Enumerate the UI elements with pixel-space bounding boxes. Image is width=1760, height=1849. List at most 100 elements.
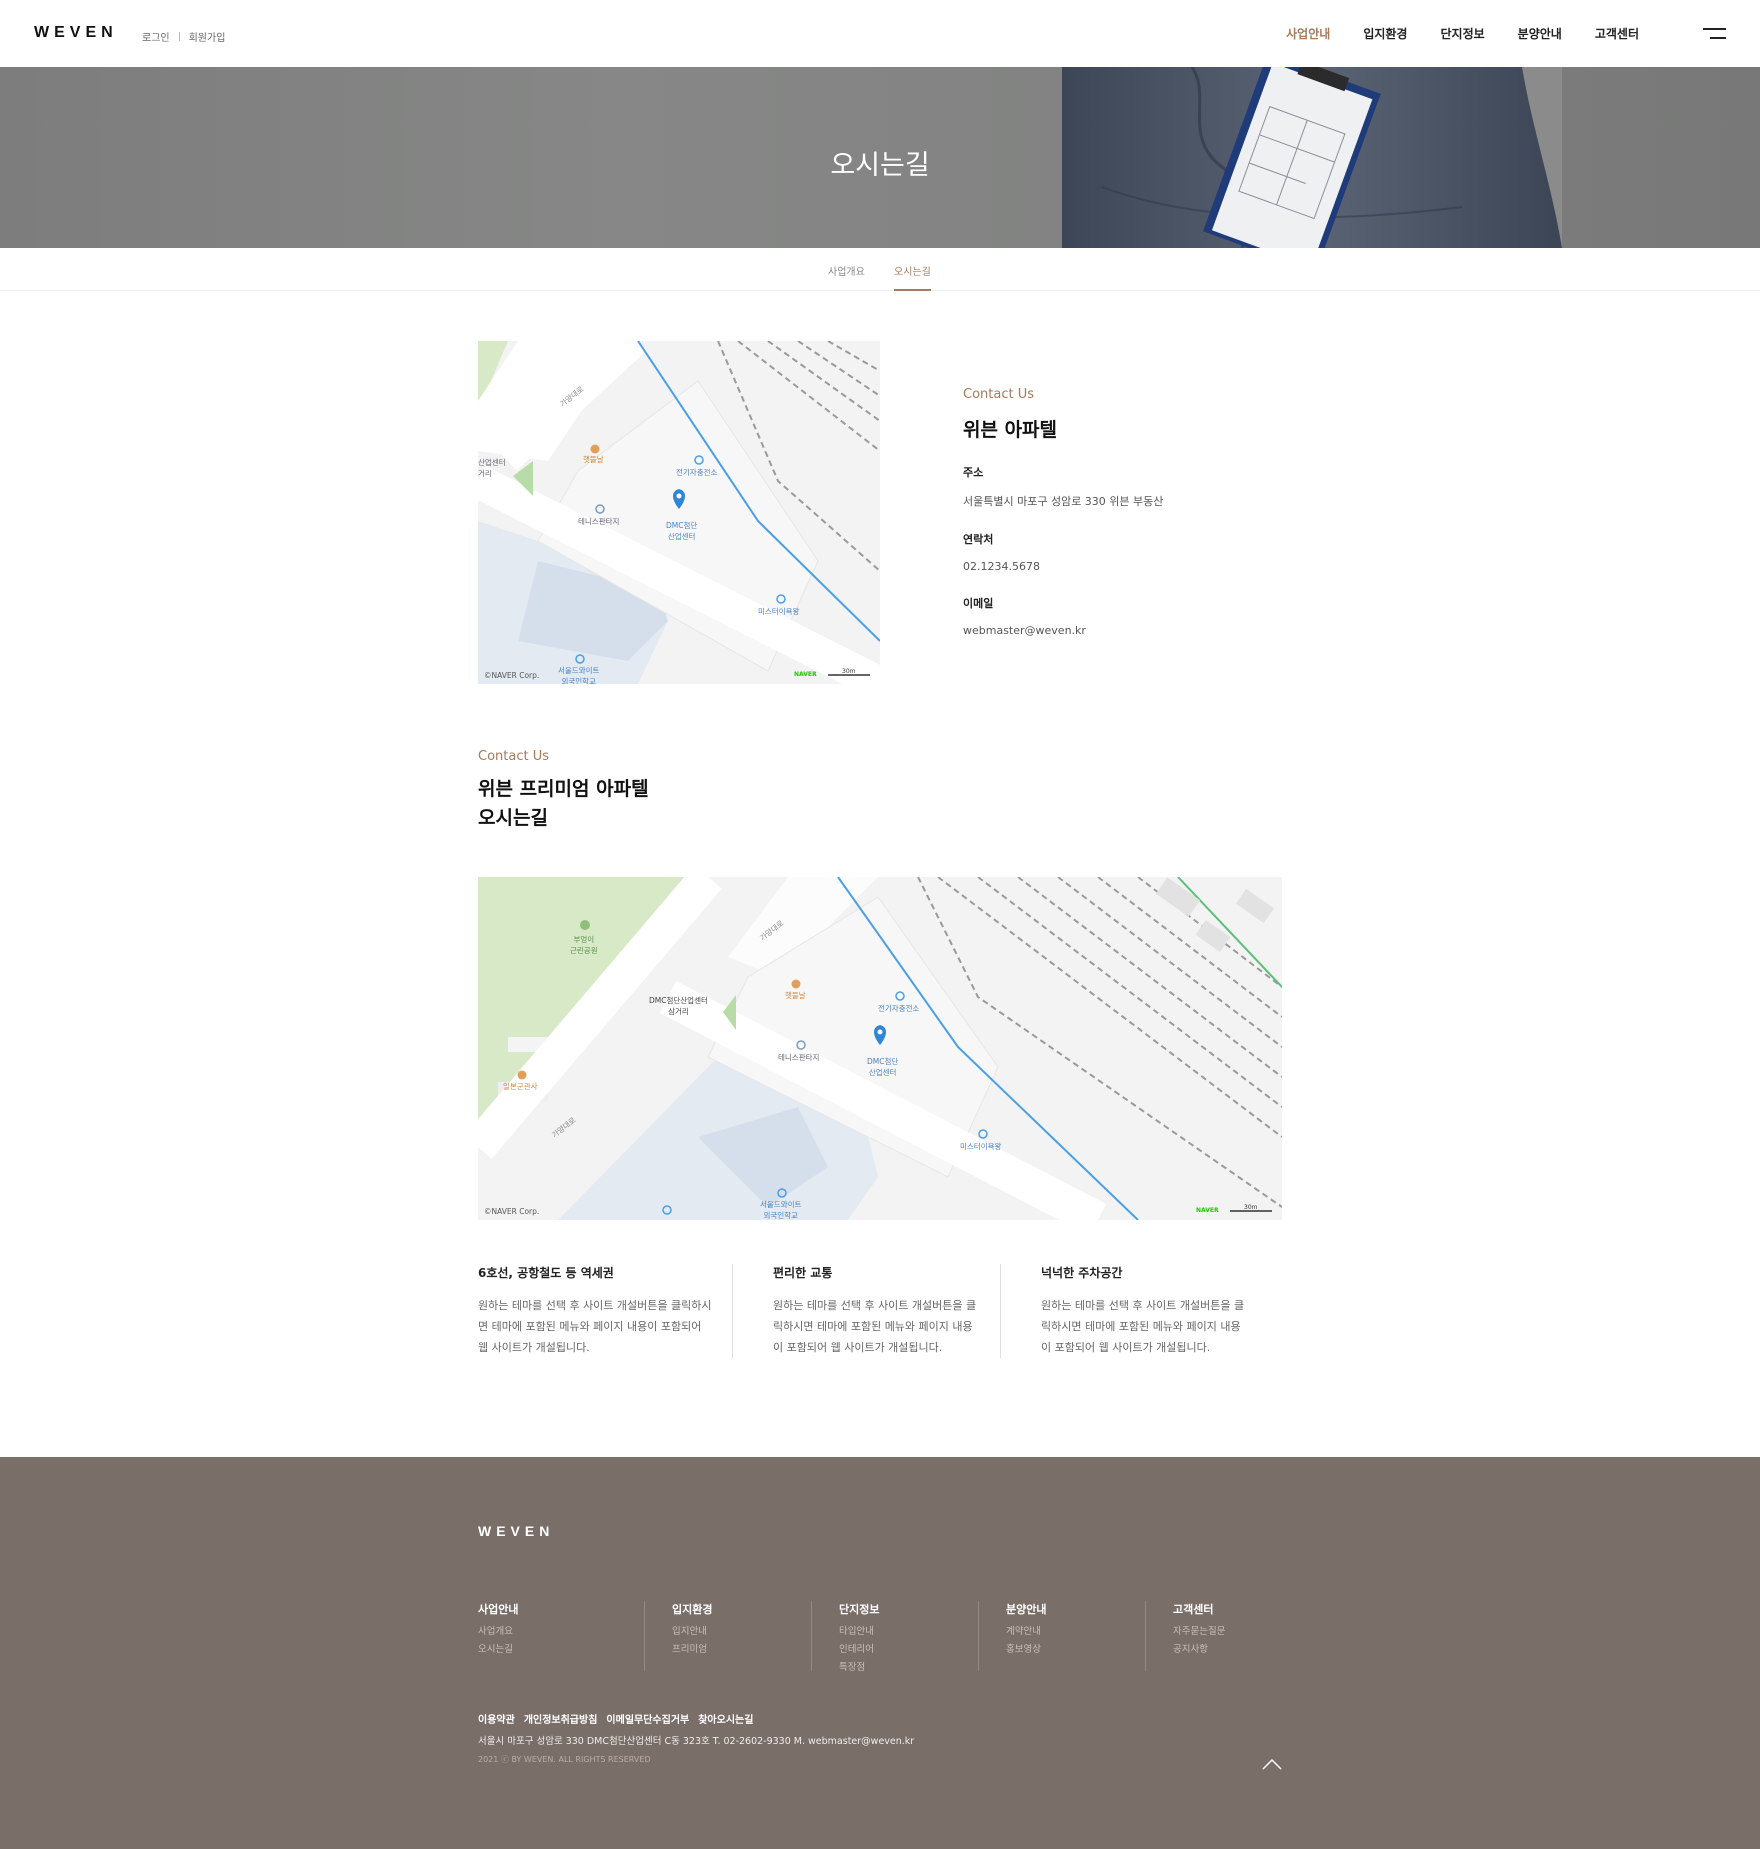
footer-address: 서울시 마포구 성암로 330 DMC첨단산업센터 C동 323호 T. 02-… <box>478 1736 915 1747</box>
footer-policy-links: 이용약관 개인정보취급방침 이메일무단수집거부 찾아오시는길 <box>478 1711 753 1726</box>
nav-item-support[interactable]: 고객센터 <box>1595 25 1639 42</box>
footer-column: 사업안내 사업개요 오시는길 <box>478 1601 644 1671</box>
feature-title: 6호선, 공항철도 등 역세권 <box>478 1266 614 1280</box>
map-poi-label: 햇뜰날 <box>583 455 604 464</box>
tab-directions[interactable]: 오시는길 <box>894 263 931 291</box>
join-link[interactable]: 회원가입 <box>189 29 226 44</box>
address-label: 주소 <box>963 466 984 479</box>
map-junction-label: 산업센터 거리 <box>478 458 506 478</box>
map-poi-label: 테니스판타지 <box>578 517 620 526</box>
address-value: 서울특별시 마포구 성암로 330 위븐 부동산 <box>963 495 1164 508</box>
hero-banner: 오시는길 <box>0 67 1760 248</box>
footer-link[interactable]: 공지사항 <box>1173 1641 1312 1659</box>
privacy-link[interactable]: 개인정보취급방침 <box>524 1711 598 1726</box>
naver-logo: NAVER <box>1196 1207 1219 1214</box>
map-road-label: 가양대로 <box>558 384 586 409</box>
phone-label: 연락처 <box>963 533 994 546</box>
map-poi-label: 서울드와이트 외국인학교 <box>558 666 600 684</box>
terms-link[interactable]: 이용약관 <box>478 1711 515 1726</box>
footer-column-title[interactable]: 분양안내 <box>1006 1601 1145 1617</box>
map-marker-label: DMC첨단 산업센터 <box>666 521 698 541</box>
footer-link[interactable]: 홍보영상 <box>1006 1641 1145 1659</box>
footer-column: 분양안내 계약안내 홍보영상 <box>978 1601 1145 1671</box>
nav-item-sales[interactable]: 분양안내 <box>1518 25 1562 42</box>
nav-item-business[interactable]: 사업안내 <box>1286 25 1330 42</box>
footer-copyright: 2021 ⓒ BY WEVEN. ALL RIGHTS RESERVED <box>478 1755 651 1764</box>
footer-column-title[interactable]: 고객센터 <box>1173 1601 1312 1617</box>
feature-title: 넉넉한 주차공간 <box>1041 1266 1123 1280</box>
map-large[interactable]: 부엉이 근린공원 가양대로 가양대로 DMC첨단산업센터 삼거리 햇뜰날 전기자… <box>478 877 1282 1220</box>
map-poi-label: 테니스판타지 <box>778 1053 820 1062</box>
footer-link[interactable]: 사업개요 <box>478 1623 644 1641</box>
main-nav: 사업안내 입지환경 단지정보 분양안내 고객센터 <box>1286 25 1639 42</box>
map-junction-label: DMC첨단산업센터 삼거리 <box>649 996 708 1016</box>
sub-tabs: 사업개요 오시는길 <box>0 248 1760 291</box>
logo[interactable]: WEVEN <box>34 24 118 42</box>
nav-item-complex[interactable]: 단지정보 <box>1440 25 1484 42</box>
footer-nav: 사업안내 사업개요 오시는길 입지환경 입지안내 프리미엄 단지정보 타입안내 … <box>478 1601 1312 1673</box>
map-poi-label: 일본군관사 <box>503 1082 538 1091</box>
map-poi-label: 전기자충전소 <box>676 468 718 477</box>
email-value[interactable]: webmaster@weven.kr <box>963 624 1293 637</box>
site-footer: WEVEN 사업안내 사업개요 오시는길 입지환경 입지안내 프리미엄 단지정보… <box>0 1457 1760 1849</box>
contact-eyebrow: Contact Us <box>963 387 1034 402</box>
section-title-line2: 오시는길 <box>478 807 548 829</box>
feature-text: 원하는 테마를 선택 후 사이트 개설버튼을 클릭하시면 테마에 포함된 메뉴와… <box>773 1299 977 1354</box>
util-links: 로그인 회원가입 <box>142 29 225 44</box>
map-scale: 30m <box>1244 1204 1258 1211</box>
section-eyebrow: Contact Us <box>478 749 549 764</box>
map-poi-label: 전기자충전소 <box>878 1004 920 1013</box>
map-poi-label: 미스터이욕왕 <box>758 607 800 616</box>
map-park-label: 부엉이 근린공원 <box>570 935 598 955</box>
email-policy-link[interactable]: 이메일무단수집거부 <box>606 1711 689 1726</box>
nav-item-location[interactable]: 입지환경 <box>1363 25 1407 42</box>
directions-section: Contact Us 위븐 프리미엄 아파텔 오시는길 <box>478 749 649 833</box>
feature-item: 넉넉한 주차공간 원하는 테마를 선택 후 사이트 개설버튼을 클릭하시면 테마… <box>1000 1264 1268 1358</box>
footer-link[interactable]: 특장점 <box>839 1659 978 1677</box>
divider <box>178 32 180 41</box>
menu-icon[interactable] <box>1703 28 1726 40</box>
map-credit: ©NAVER Corp. <box>484 671 540 680</box>
page-title: 오시는길 <box>830 150 930 181</box>
map-road-label: 가양대로 <box>550 1115 578 1140</box>
footer-logo[interactable]: WEVEN <box>478 1523 554 1539</box>
phone-value: 02.1234.5678 <box>963 560 1040 573</box>
footer-link[interactable]: 오시는길 <box>478 1641 644 1659</box>
footer-link[interactable]: 타입안내 <box>839 1623 978 1641</box>
footer-link[interactable]: 입지안내 <box>672 1623 811 1641</box>
map-poi-label: 서울드와이트 외국인학교 <box>760 1200 802 1220</box>
tab-overview[interactable]: 사업개요 <box>828 263 865 278</box>
feature-title: 편리한 교통 <box>773 1266 833 1280</box>
map-poi-label: 햇뜰날 <box>785 991 806 1000</box>
footer-column-title[interactable]: 입지환경 <box>672 1601 811 1617</box>
feature-list: 6호선, 공항철도 등 역세권 원하는 테마를 선택 후 사이트 개설버튼을 클… <box>478 1264 1282 1358</box>
footer-column: 고객센터 자주묻는질문 공지사항 <box>1145 1601 1312 1671</box>
site-header: WEVEN 로그인 회원가입 사업안내 입지환경 단지정보 분양안내 고객센터 <box>0 0 1760 67</box>
map-credit: ©NAVER Corp. <box>484 1207 540 1216</box>
contact-info: Contact Us 위븐 아파텔 주소 서울특별시 마포구 성암로 330 위… <box>963 387 1293 637</box>
feature-text: 원하는 테마를 선택 후 사이트 개설버튼을 클릭하시면 테마에 포함된 메뉴와… <box>478 1299 712 1354</box>
map-small[interactable]: 가양대로 햇뜰날 전기자충전소 테니스판타지 DMC첨단 산업센터 미스터이욕왕… <box>478 341 880 684</box>
footer-column-title[interactable]: 사업안내 <box>478 1601 644 1617</box>
contact-title: 위븐 아파텔 <box>963 419 1058 441</box>
footer-link[interactable]: 자주묻는질문 <box>1173 1623 1312 1641</box>
login-link[interactable]: 로그인 <box>142 29 170 44</box>
footer-column: 입지환경 입지안내 프리미엄 <box>644 1601 811 1671</box>
map-scale: 30m <box>842 668 856 675</box>
feature-item: 편리한 교통 원하는 테마를 선택 후 사이트 개설버튼을 클릭하시면 테마에 … <box>732 1264 1000 1358</box>
directions-link[interactable]: 찾아오시는길 <box>698 1711 753 1726</box>
map-marker-label: DMC첨단 산업센터 <box>867 1057 899 1077</box>
map-poi-label: 미스터이욕왕 <box>960 1142 1002 1151</box>
map-road-label: 가양대로 <box>758 918 786 943</box>
feature-item: 6호선, 공항철도 등 역세권 원하는 테마를 선택 후 사이트 개설버튼을 클… <box>478 1264 732 1358</box>
footer-link[interactable]: 인테리어 <box>839 1641 978 1659</box>
footer-column: 단지정보 타입안내 인테리어 특장점 <box>811 1601 978 1673</box>
footer-link[interactable]: 프리미엄 <box>672 1641 811 1659</box>
scroll-top-icon[interactable] <box>1262 1757 1282 1771</box>
footer-link[interactable]: 계약안내 <box>1006 1623 1145 1641</box>
section-title-line1: 위븐 프리미엄 아파텔 <box>478 778 649 800</box>
email-label: 이메일 <box>963 597 994 610</box>
footer-column-title[interactable]: 단지정보 <box>839 1601 978 1617</box>
naver-logo: NAVER <box>794 671 817 678</box>
feature-text: 원하는 테마를 선택 후 사이트 개설버튼을 클릭하시면 테마에 포함된 메뉴와… <box>1041 1299 1245 1354</box>
